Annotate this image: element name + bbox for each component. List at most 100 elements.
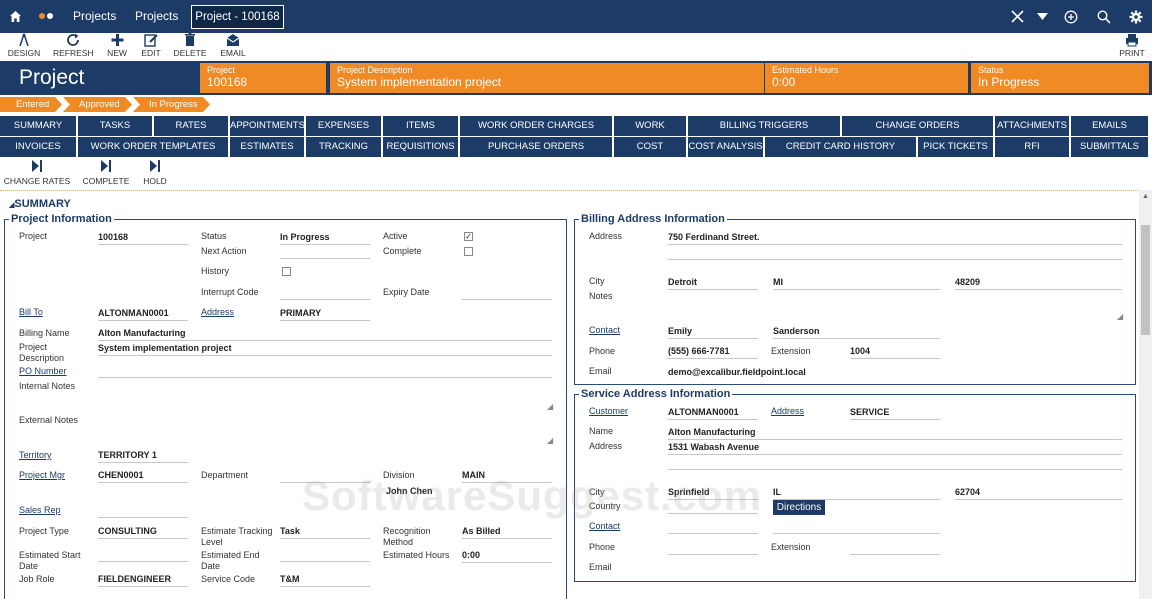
refresh-button[interactable]: REFRESH bbox=[53, 33, 94, 58]
home-icon[interactable] bbox=[9, 10, 22, 24]
po-number-link[interactable]: PO Number bbox=[19, 366, 67, 377]
billing-extension-field[interactable]: 1004 bbox=[850, 345, 940, 359]
complete-button[interactable]: COMPLETE bbox=[81, 158, 131, 186]
add-circle-icon[interactable] bbox=[1064, 10, 1078, 24]
service-address-link[interactable]: Address bbox=[771, 406, 804, 417]
tab-pick-tickets[interactable]: PICK TICKETS bbox=[918, 137, 994, 157]
tab-work-order-charges[interactable]: WORK ORDER CHARGES bbox=[460, 116, 613, 136]
design-button[interactable]: DESIGN bbox=[4, 33, 44, 58]
tab-attachments[interactable]: ATTACHMENTS bbox=[995, 116, 1070, 136]
dots-icon[interactable] bbox=[38, 12, 54, 22]
service-phone-field[interactable] bbox=[668, 541, 758, 555]
tab-requisitions[interactable]: REQUISITIONS bbox=[383, 137, 459, 157]
scrollbar-thumb[interactable] bbox=[1141, 225, 1150, 335]
active-checkbox[interactable]: ✓ bbox=[464, 232, 473, 241]
tab-tasks[interactable]: TASKS bbox=[78, 116, 153, 136]
territory-link[interactable]: Territory bbox=[19, 450, 52, 461]
email-button[interactable]: EMAIL bbox=[213, 33, 253, 58]
search-icon[interactable] bbox=[1097, 10, 1111, 24]
service-contact-last[interactable] bbox=[773, 520, 940, 534]
billing-contact-last[interactable]: Sanderson bbox=[773, 325, 940, 339]
settings-icon[interactable] bbox=[1129, 10, 1143, 24]
tab-billing-triggers[interactable]: BILLING TRIGGERS bbox=[688, 116, 841, 136]
tab-items[interactable]: ITEMS bbox=[383, 116, 459, 136]
service-contact-link[interactable]: Contact bbox=[589, 521, 620, 532]
history-checkbox[interactable] bbox=[282, 267, 291, 276]
billing-address-field[interactable]: 750 Ferdinand Street. bbox=[668, 231, 1122, 245]
project-mgr-link[interactable]: Project Mgr bbox=[19, 470, 65, 481]
sales-rep-link[interactable]: Sales Rep bbox=[19, 505, 61, 516]
billing-contact-link[interactable]: Contact bbox=[589, 325, 620, 336]
tab-cost-summary[interactable]: COST SUMMARY bbox=[614, 137, 687, 172]
sales-rep-field[interactable] bbox=[98, 504, 188, 518]
service-zip-field[interactable]: 62704 bbox=[955, 486, 1122, 500]
tab-credit-card-history[interactable]: CREDIT CARD HISTORY bbox=[765, 137, 917, 157]
project-description-field[interactable]: System implementation project bbox=[98, 342, 552, 356]
hold-button[interactable]: HOLD bbox=[138, 158, 172, 186]
estimated-end-field[interactable] bbox=[280, 548, 370, 562]
tab-change-orders[interactable]: CHANGE ORDERS bbox=[842, 116, 994, 136]
scroll-up-icon[interactable]: ▲ bbox=[1142, 193, 1149, 200]
service-extension-field[interactable] bbox=[850, 541, 940, 555]
resize-grip-icon[interactable]: ◢ bbox=[547, 402, 553, 411]
service-contact-first[interactable] bbox=[668, 520, 758, 534]
service-name-field[interactable]: Alton Manufacturing bbox=[668, 426, 1122, 440]
delete-button[interactable]: DELETE bbox=[170, 33, 210, 58]
address-link[interactable]: Address bbox=[201, 307, 234, 318]
project-mgr-field[interactable]: CHEN0001 bbox=[98, 469, 188, 483]
billing-name-field[interactable]: Alton Manufacturing bbox=[98, 327, 552, 341]
tab-work-order-templates[interactable]: WORK ORDER TEMPLATES bbox=[78, 137, 229, 157]
edit-button[interactable]: EDIT bbox=[131, 33, 171, 58]
tab-submittals[interactable]: SUBMITTALS bbox=[1071, 137, 1149, 157]
tab-expenses[interactable]: EXPENSES bbox=[306, 116, 382, 136]
service-state-field[interactable]: IL bbox=[773, 486, 940, 500]
po-number-field[interactable] bbox=[98, 364, 552, 378]
service-address-type-field[interactable]: SERVICE bbox=[850, 406, 940, 420]
tab-rfi[interactable]: RFI bbox=[995, 137, 1070, 157]
tab-cost-analysis[interactable]: COST ANALYSIS bbox=[688, 137, 764, 157]
active-project-tab[interactable]: Project - 100168 bbox=[191, 5, 284, 29]
tab-purchase-orders[interactable]: PURCHASE ORDERS bbox=[460, 137, 613, 157]
project-type-field[interactable]: CONSULTING bbox=[98, 525, 188, 539]
resize-grip-icon[interactable]: ◢ bbox=[547, 436, 553, 445]
recognition-method-field[interactable]: As Billed bbox=[462, 525, 552, 539]
tab-tracking[interactable]: TRACKING bbox=[306, 137, 382, 157]
resize-grip-icon[interactable]: ◢ bbox=[1117, 312, 1123, 321]
estimated-hours-field[interactable]: 0:00 bbox=[462, 549, 552, 563]
directions-button[interactable]: Directions bbox=[773, 500, 825, 515]
service-code-field[interactable]: T&M bbox=[280, 573, 370, 587]
billing-email-field[interactable]: demo@excalibur.fieldpoint.local bbox=[668, 366, 938, 380]
page-scrollbar[interactable]: ▲ bbox=[1139, 190, 1152, 599]
billing-city-field[interactable]: Detroit bbox=[668, 276, 758, 290]
billing-state-field[interactable]: MI bbox=[773, 276, 940, 290]
estimate-tracking-field[interactable]: Task bbox=[280, 525, 370, 539]
nav-projects-link-2[interactable]: Projects bbox=[135, 0, 178, 33]
nav-projects-link[interactable]: Projects bbox=[73, 0, 116, 33]
step-approved[interactable]: Approved bbox=[63, 97, 132, 112]
print-button[interactable]: PRINT bbox=[1112, 33, 1152, 58]
interrupt-code-field[interactable] bbox=[280, 286, 370, 300]
tab-work-orders[interactable]: WORK ORDERS bbox=[614, 116, 687, 151]
complete-checkbox[interactable] bbox=[464, 247, 473, 256]
billing-zip-field[interactable]: 48209 bbox=[955, 276, 1122, 290]
address-field[interactable]: PRIMARY bbox=[280, 307, 370, 321]
tab-appointments[interactable]: APPOINTMENTS bbox=[230, 116, 305, 136]
service-address-line2[interactable] bbox=[668, 456, 1122, 470]
tab-emails[interactable]: EMAILS bbox=[1071, 116, 1149, 136]
bill-to-link[interactable]: Bill To bbox=[19, 307, 43, 318]
estimated-start-field[interactable] bbox=[98, 548, 188, 562]
tab-invoices[interactable]: INVOICES bbox=[0, 137, 77, 157]
tab-summary[interactable]: SUMMARY bbox=[0, 116, 77, 136]
project-field[interactable]: 100168 bbox=[98, 231, 188, 245]
billing-address-line2[interactable] bbox=[668, 246, 1122, 260]
territory-field[interactable]: TERRITORY 1 bbox=[98, 449, 188, 463]
job-role-field[interactable]: FIELDENGINEER bbox=[98, 573, 188, 587]
bill-to-field[interactable]: ALTONMAN0001 bbox=[98, 307, 188, 321]
summary-section-toggle[interactable]: ◢SUMMARY bbox=[9, 198, 71, 210]
service-customer-field[interactable]: ALTONMAN0001 bbox=[668, 406, 758, 420]
status-field[interactable]: In Progress bbox=[280, 231, 370, 245]
tab-estimates[interactable]: ESTIMATES bbox=[230, 137, 305, 157]
close-icon[interactable] bbox=[1011, 10, 1024, 24]
tab-rates[interactable]: RATES bbox=[154, 116, 229, 136]
dropdown-icon[interactable] bbox=[1037, 13, 1048, 21]
